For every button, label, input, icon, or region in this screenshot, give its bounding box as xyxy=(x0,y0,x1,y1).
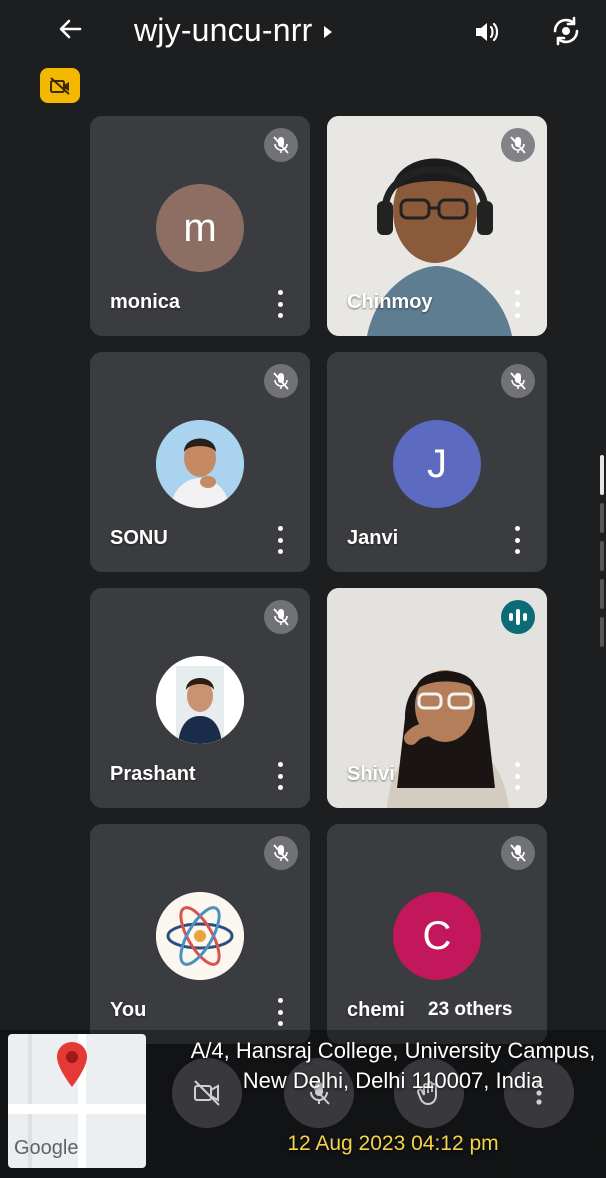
scroll-track xyxy=(600,617,604,647)
avatar xyxy=(156,656,244,744)
avatar-initial: C xyxy=(422,913,452,958)
more-vert-icon[interactable] xyxy=(274,998,286,1026)
participant-tile-sonu[interactable]: SONU xyxy=(90,352,310,572)
mic-off-icon xyxy=(264,364,298,398)
participant-name: monica xyxy=(110,291,181,313)
participant-name: Shivi xyxy=(347,763,395,785)
mic-off-icon xyxy=(264,836,298,870)
participant-tile-prashant[interactable]: Prashant xyxy=(90,588,310,808)
meeting-code: wjy-uncu-nrr xyxy=(134,11,313,48)
meeting-title-button[interactable]: wjy-uncu-nrr xyxy=(134,10,333,50)
atom-icon xyxy=(156,892,244,980)
participant-tile-janvi[interactable]: J Janvi xyxy=(327,352,547,572)
more-vert-icon[interactable] xyxy=(274,762,286,790)
scroll-track xyxy=(600,579,604,609)
participant-name: SONU xyxy=(110,527,168,549)
location-address: A/4, Hansraj College, University Campus,… xyxy=(190,1038,596,1093)
participant-name: chemi xyxy=(347,999,405,1021)
more-vert-icon[interactable] xyxy=(511,526,523,554)
scroll-thumb[interactable] xyxy=(600,455,604,495)
participant-name: You xyxy=(110,999,147,1021)
scroll-track xyxy=(600,541,604,571)
avatar-initial: J xyxy=(427,441,447,486)
mic-off-icon xyxy=(264,600,298,634)
map-pin-icon xyxy=(57,1042,87,1087)
top-bar: wjy-uncu-nrr xyxy=(0,0,606,64)
google-logo: Google xyxy=(14,1137,79,1159)
participant-tile-shivi[interactable]: Shivi xyxy=(327,588,547,808)
mic-off-icon xyxy=(501,364,535,398)
mic-off-icon xyxy=(501,128,535,162)
participant-tile-chinmoy[interactable]: Chinmoy xyxy=(327,116,547,336)
speaker-icon[interactable] xyxy=(470,16,502,48)
scrollbar[interactable] xyxy=(598,455,606,665)
mic-off-icon xyxy=(501,836,535,870)
avatar: J xyxy=(393,420,481,508)
participant-tile-monica[interactable]: m monica xyxy=(90,116,310,336)
avatar-initial: m xyxy=(183,205,217,250)
scroll-track xyxy=(600,503,604,533)
avatar: C xyxy=(393,892,481,980)
more-vert-icon[interactable] xyxy=(511,290,523,318)
avatar: m xyxy=(156,184,244,272)
others-chip[interactable]: 23 others xyxy=(412,988,529,1032)
speaking-indicator-icon xyxy=(501,600,535,634)
participant-tile-you[interactable]: You xyxy=(90,824,310,1044)
participant-name: Chinmoy xyxy=(347,291,433,313)
avatar xyxy=(156,420,244,508)
more-vert-icon[interactable] xyxy=(511,762,523,790)
camera-off-badge-icon xyxy=(40,68,80,103)
map-thumbnail: Google xyxy=(8,1034,146,1168)
arrow-left-icon[interactable] xyxy=(54,12,88,46)
participant-name: Janvi xyxy=(347,527,399,549)
more-vert-icon[interactable] xyxy=(274,526,286,554)
mic-off-icon xyxy=(264,128,298,162)
camera-flip-icon[interactable] xyxy=(547,12,585,50)
participant-name: Prashant xyxy=(110,763,196,785)
more-vert-icon[interactable] xyxy=(274,290,286,318)
location-timestamp: 12 Aug 2023 04:12 pm xyxy=(287,1132,499,1155)
caret-right-icon xyxy=(324,26,333,38)
